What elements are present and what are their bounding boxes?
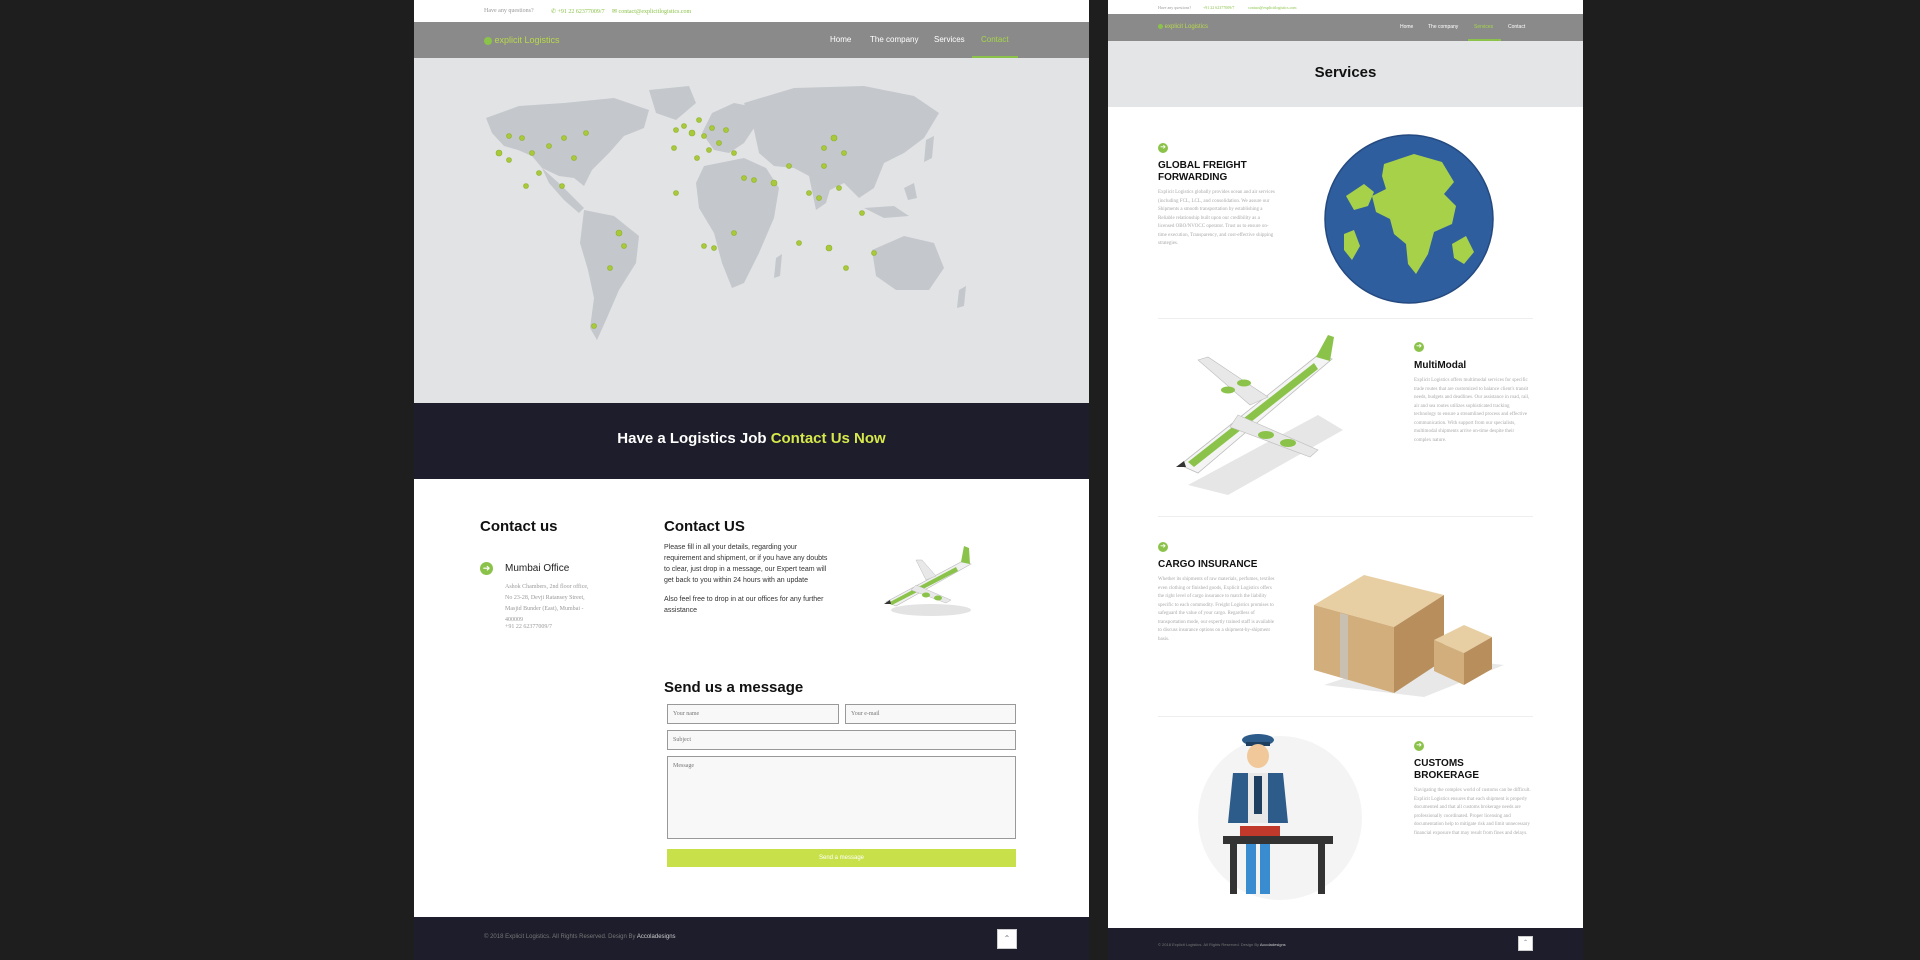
footer-copyright: © 2018 Explicit Logistics. All Rights Re…: [484, 934, 676, 940]
contact-intro-paragraph: Please fill in all your details, regardi…: [664, 544, 828, 584]
services-nav-company[interactable]: The company: [1428, 24, 1458, 30]
services-email-link[interactable]: contact@explicitlogistics.com: [1248, 5, 1296, 10]
office-address: Ashok Chambers, 2nd floor office, No 23-…: [505, 584, 589, 623]
nav-home[interactable]: Home: [830, 35, 851, 44]
airplane-illustration: [884, 546, 972, 616]
arrow-right-icon: ➜: [1158, 542, 1168, 552]
scroll-top-button[interactable]: ⌃: [997, 929, 1017, 949]
services-designer-link[interactable]: Accoladesigns: [1260, 942, 1286, 947]
services-logo-mark-icon: [1158, 24, 1163, 29]
contact-page: Have any questions? ✆ +91 22 62377009/7 …: [414, 0, 1089, 960]
arrow-right-icon: ➜: [1158, 143, 1168, 153]
services-footer-copyright: © 2018 Explicit Logistics. All Rights Re…: [1158, 942, 1286, 947]
nav-contact[interactable]: Contact: [981, 35, 1009, 44]
services-top-info-bar: Have any questions? +91 22 62377009/7 co…: [1108, 0, 1583, 14]
services-heading: Services: [1314, 64, 1377, 81]
service-title-insurance: CARGO INSURANCE: [1158, 559, 1258, 570]
contact-visit-paragraph: Also feel free to drop in at our offices…: [664, 596, 824, 614]
arrow-right-icon: ➜: [480, 562, 493, 575]
cargo-boxes-illustration: [1314, 575, 1504, 697]
cargo-plane-illustration: [1176, 335, 1343, 495]
send-message-button[interactable]: Send a message: [667, 849, 1016, 867]
services-nav-home[interactable]: Home: [1400, 24, 1413, 30]
service-title-customs: CUSTOMS BROKERAGE: [1414, 758, 1480, 781]
contact-us-now-link[interactable]: Contact Us Now: [771, 430, 886, 447]
globe-illustration: [1324, 134, 1494, 304]
cta-banner: Have a Logistics Job Contact Us Now: [414, 403, 1089, 479]
section-divider: [1158, 516, 1533, 517]
services-logo[interactable]: explicit Logistics: [1158, 24, 1208, 30]
service-text-freight: Explicit Logistics globally provides oce…: [1158, 190, 1275, 246]
services-navbar: explicit Logistics Home The company Serv…: [1108, 14, 1583, 41]
nav-company[interactable]: The company: [870, 35, 918, 44]
service-text-customs: Navigating the complex world of customs …: [1414, 788, 1531, 836]
services-title-band: Services: [1108, 41, 1583, 107]
service-title-multimodal: MultiModal: [1414, 360, 1467, 371]
phone-link[interactable]: ✆ +91 22 62377009/7: [551, 8, 605, 15]
message-textarea[interactable]: Message: [667, 756, 1016, 839]
contact-form-heading: Contact US: [664, 518, 745, 535]
message-form-heading: Send us a message: [664, 679, 804, 696]
office-name: Mumbai Office: [505, 563, 570, 574]
name-input[interactable]: Your name: [667, 704, 839, 724]
customs-officer-illustration: [1198, 734, 1362, 900]
services-phone-link[interactable]: +91 22 62377009/7: [1203, 5, 1234, 10]
services-question-text: Have any questions?: [1158, 5, 1192, 10]
email-link[interactable]: ✉ contact@explicitlogistics.com: [612, 8, 691, 15]
world-map: [414, 58, 1089, 403]
designer-link[interactable]: Accoladesigns: [637, 934, 676, 940]
question-text: Have any questions?: [484, 8, 534, 14]
site-logo[interactable]: explicit Logistics: [484, 35, 560, 45]
services-scroll-top-button[interactable]: ⌃: [1518, 936, 1533, 951]
subject-input[interactable]: Subject: [667, 730, 1016, 750]
arrow-right-icon: ➜: [1414, 741, 1424, 751]
section-divider: [1158, 318, 1533, 319]
service-title-freight: GLOBAL FREIGHT FORWARDING: [1158, 160, 1247, 183]
services-footer: © 2018 Explicit Logistics. All Rights Re…: [1108, 928, 1583, 960]
office-phone: +91 22 62377009/7: [505, 624, 553, 630]
chevron-up-icon: ⌃: [1003, 934, 1011, 943]
contact-us-heading: Contact us: [480, 518, 558, 535]
service-text-multimodal: Explicit Logistics offers multimodal ser…: [1414, 378, 1530, 443]
logo-mark-icon: [484, 36, 492, 45]
cta-heading: Have a Logistics Job Contact Us Now: [617, 430, 886, 447]
footer: © 2018 Explicit Logistics. All Rights Re…: [414, 917, 1089, 960]
world-map-graphic: [486, 86, 966, 340]
services-page: Have any questions? +91 22 62377009/7 co…: [1108, 0, 1583, 960]
email-input[interactable]: Your e-mail: [845, 704, 1016, 724]
services-nav-contact[interactable]: Contact: [1508, 24, 1525, 30]
nav-services[interactable]: Services: [934, 35, 965, 44]
services-nav-services[interactable]: Services: [1474, 24, 1493, 30]
main-navbar: explicit Logistics Home The company Serv…: [414, 22, 1089, 58]
arrow-right-icon: ➜: [1414, 342, 1424, 352]
top-info-bar: Have any questions? ✆ +91 22 62377009/7 …: [414, 0, 1089, 22]
section-divider: [1158, 716, 1533, 717]
chevron-up-icon: ⌃: [1522, 940, 1529, 946]
service-text-insurance: Whether its shipments of raw materials, …: [1158, 577, 1275, 642]
